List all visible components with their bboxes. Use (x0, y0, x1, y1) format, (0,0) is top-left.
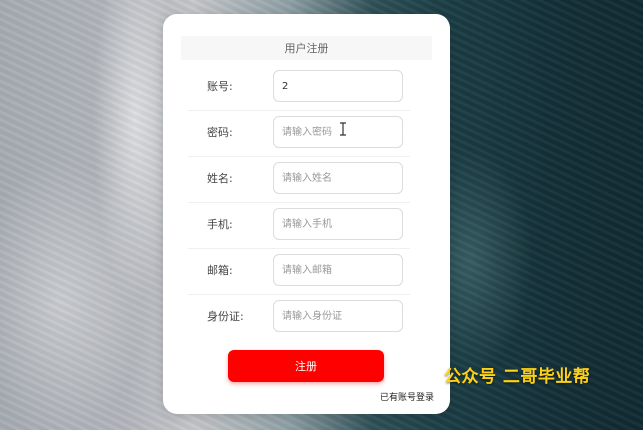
text-cursor-icon (340, 122, 346, 136)
idcard-label: 身份证: (207, 310, 244, 323)
idcard-row: 身份证: (188, 294, 410, 340)
form-title: 用户注册 (181, 36, 432, 60)
phone-input[interactable] (273, 208, 403, 240)
email-row: 邮箱: (188, 248, 410, 295)
phone-row: 手机: (188, 202, 410, 249)
account-row: 账号: (188, 64, 410, 111)
name-row: 姓名: (188, 156, 410, 203)
account-input[interactable] (273, 70, 403, 102)
register-card: 用户注册 账号: 密码: 姓名: 手机: 邮箱: 身份证: 注册 已有账号登录 (163, 14, 450, 414)
register-button[interactable]: 注册 (228, 350, 384, 382)
email-input[interactable] (273, 254, 403, 286)
password-label: 密码: (207, 126, 233, 139)
account-label: 账号: (207, 80, 233, 93)
login-link[interactable]: 已有账号登录 (380, 390, 434, 403)
watermark-text: 公众号 二哥毕业帮 (444, 367, 591, 387)
email-label: 邮箱: (207, 264, 233, 277)
phone-label: 手机: (207, 218, 233, 231)
name-label: 姓名: (207, 172, 233, 185)
name-input[interactable] (273, 162, 403, 194)
password-row: 密码: (188, 110, 410, 157)
idcard-input[interactable] (273, 300, 403, 332)
